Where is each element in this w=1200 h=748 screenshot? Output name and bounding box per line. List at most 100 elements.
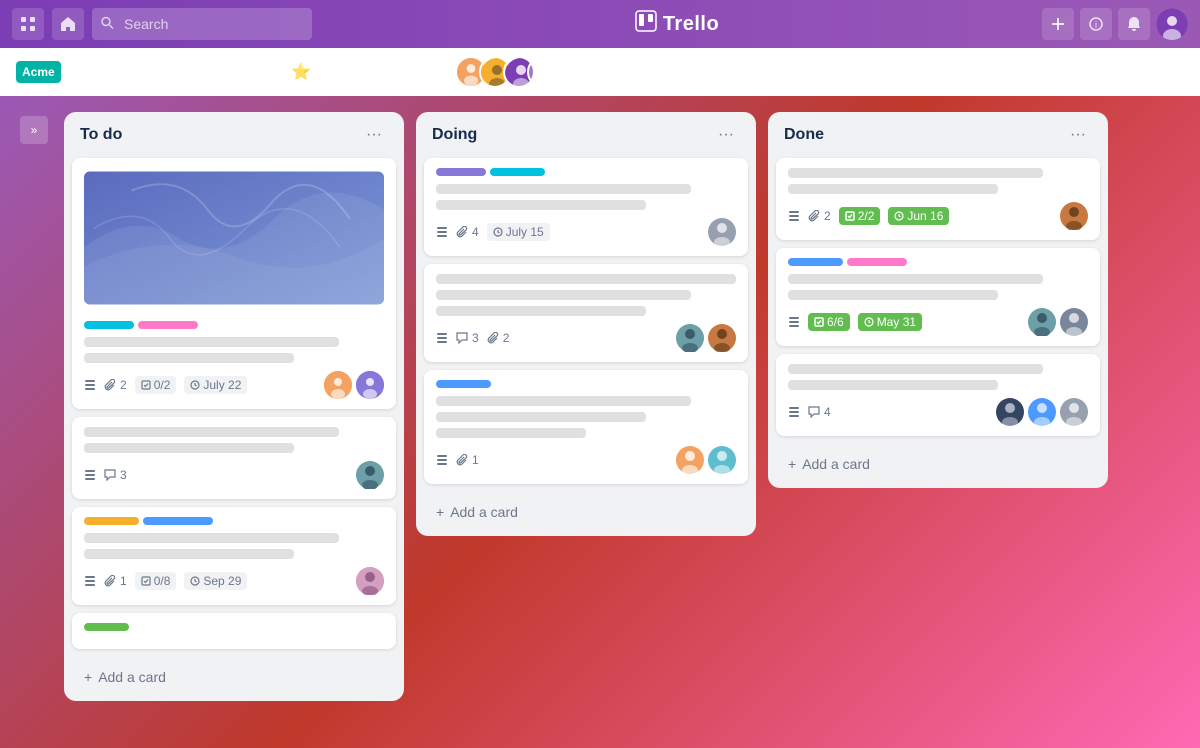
card-meta-attach3: 1 — [104, 574, 127, 588]
column-doing: Doing ··· 4 — [416, 112, 756, 536]
card-meta-list7 — [436, 454, 448, 466]
card-text-16 — [788, 184, 998, 194]
column-menu-todo[interactable]: ··· — [360, 124, 388, 146]
bell-btn[interactable] — [1118, 8, 1150, 40]
card-footer-6: 3 2 — [436, 324, 736, 352]
column-cards-done: 2 2/2 Jun 16 — [768, 154, 1108, 444]
avatar-orange-7 — [676, 446, 704, 474]
card-avatars-1 — [324, 371, 384, 399]
home-icon-btn[interactable] — [52, 8, 84, 40]
label-blue-9 — [788, 258, 843, 266]
attach-count: 2 — [120, 378, 127, 392]
card-meta-attach7: 1 — [456, 453, 479, 467]
column-title-done: Done — [784, 126, 824, 144]
attach-count3: 1 — [120, 574, 127, 588]
date-text-1: July 22 — [203, 378, 241, 392]
list-icon9 — [788, 316, 800, 328]
card-text-4 — [84, 443, 294, 453]
user-avatar[interactable] — [1156, 8, 1188, 40]
svg-text:i: i — [1095, 20, 1097, 30]
checklist-badge-9: 6/6 — [808, 313, 850, 331]
column-menu-done[interactable]: ··· — [1064, 124, 1092, 146]
card-labels-5 — [436, 168, 736, 176]
card-meta-list3 — [84, 575, 96, 587]
date-badge-8: Jun 16 — [888, 207, 949, 225]
card-text-9 — [436, 274, 736, 284]
card-text-1 — [84, 337, 339, 347]
list-icon10 — [788, 406, 800, 418]
column-header-doing: Doing ··· — [416, 112, 756, 154]
card-footer-5: 4 July 15 — [436, 218, 736, 246]
label-pink — [138, 321, 198, 329]
add-btn[interactable] — [1042, 8, 1074, 40]
card-done-1[interactable]: 2 2/2 Jun 16 — [776, 158, 1100, 240]
plus-members-badge[interactable]: +12 — [527, 56, 559, 88]
card-text-11 — [436, 306, 646, 316]
member-avatars: +12 — [455, 56, 559, 88]
clock-icon3 — [190, 576, 200, 586]
more-options-btn[interactable]: ··· — [1150, 57, 1184, 86]
check-icon9 — [814, 317, 824, 327]
list-icon — [84, 379, 96, 391]
sidebar-toggle-btn[interactable]: » — [20, 116, 48, 144]
checklist-badge-1: 0/2 — [135, 376, 177, 394]
card-footer-10: 4 — [788, 398, 1088, 426]
invite-btn[interactable]: Invite — [567, 58, 624, 86]
list-icon8 — [788, 210, 800, 222]
column-cards-doing: 4 July 15 — [416, 154, 756, 492]
attach-icon8 — [808, 210, 820, 222]
add-card-done[interactable]: + Add a card — [776, 448, 1100, 480]
column-done: Done ··· 2 2/2 — [768, 112, 1108, 488]
attach-icon5 — [456, 226, 468, 238]
column-menu-doing[interactable]: ··· — [712, 124, 740, 146]
card-avatars-9 — [1028, 308, 1088, 336]
card-todo-2[interactable]: 3 — [72, 417, 396, 499]
divider2 — [442, 60, 443, 84]
app-title: Trello — [663, 13, 719, 36]
acme-badge: Acme — [16, 61, 61, 83]
clock-icon — [190, 380, 200, 390]
avatar-pink-3 — [356, 567, 384, 595]
clock-icon8 — [894, 211, 904, 221]
add-card-label-done: Add a card — [802, 456, 870, 472]
avatar-gray-9 — [1060, 308, 1088, 336]
card-doing-2[interactable]: 3 2 — [424, 264, 748, 362]
card-text-7 — [436, 184, 691, 194]
card-todo-3[interactable]: 1 0/8 Sep 29 — [72, 507, 396, 605]
label-magenta-9 — [847, 258, 907, 266]
avatar-darkorange-8 — [1060, 202, 1088, 230]
attach-icon3 — [104, 575, 116, 587]
date-text-3: Sep 29 — [203, 574, 241, 588]
board-title: Project Team Spirit — [109, 61, 272, 82]
board-menu-btn[interactable] — [69, 60, 93, 84]
card-todo-4[interactable] — [72, 613, 396, 649]
card-text-5 — [84, 533, 339, 543]
add-card-doing[interactable]: + Add a card — [424, 496, 748, 528]
add-card-todo[interactable]: + Add a card — [72, 661, 396, 693]
card-todo-1[interactable]: 2 0/2 July 22 — [72, 158, 396, 409]
card-footer-2: 3 — [84, 461, 384, 489]
add-card-label-doing: Add a card — [450, 504, 518, 520]
card-done-2[interactable]: 6/6 May 31 — [776, 248, 1100, 346]
search-input[interactable] — [92, 8, 312, 40]
avatar-orange-6 — [708, 324, 736, 352]
workspace-btn[interactable]: Acme, Inc. — [340, 58, 430, 86]
card-footer-3: 1 0/8 Sep 29 — [84, 567, 384, 595]
card-meta-comment6: 3 — [456, 331, 479, 345]
grid-icon-btn[interactable] — [12, 8, 44, 40]
star-btn[interactable]: ⭐ — [287, 58, 315, 86]
list-icon2 — [84, 469, 96, 481]
card-text-6 — [84, 549, 294, 559]
card-avatars-2 — [356, 461, 384, 489]
card-done-3[interactable]: 4 — [776, 354, 1100, 436]
comment-icon — [104, 469, 116, 481]
card-doing-1[interactable]: 4 July 15 — [424, 158, 748, 256]
avatar-teal-6 — [676, 324, 704, 352]
card-labels-9 — [788, 258, 1088, 266]
divider — [327, 60, 328, 84]
checklist-badge-3: 0/8 — [135, 572, 177, 590]
clock-icon5 — [493, 227, 503, 237]
info-btn[interactable]: i — [1080, 8, 1112, 40]
card-doing-3[interactable]: 1 — [424, 370, 748, 484]
card-meta-list9 — [788, 316, 800, 328]
